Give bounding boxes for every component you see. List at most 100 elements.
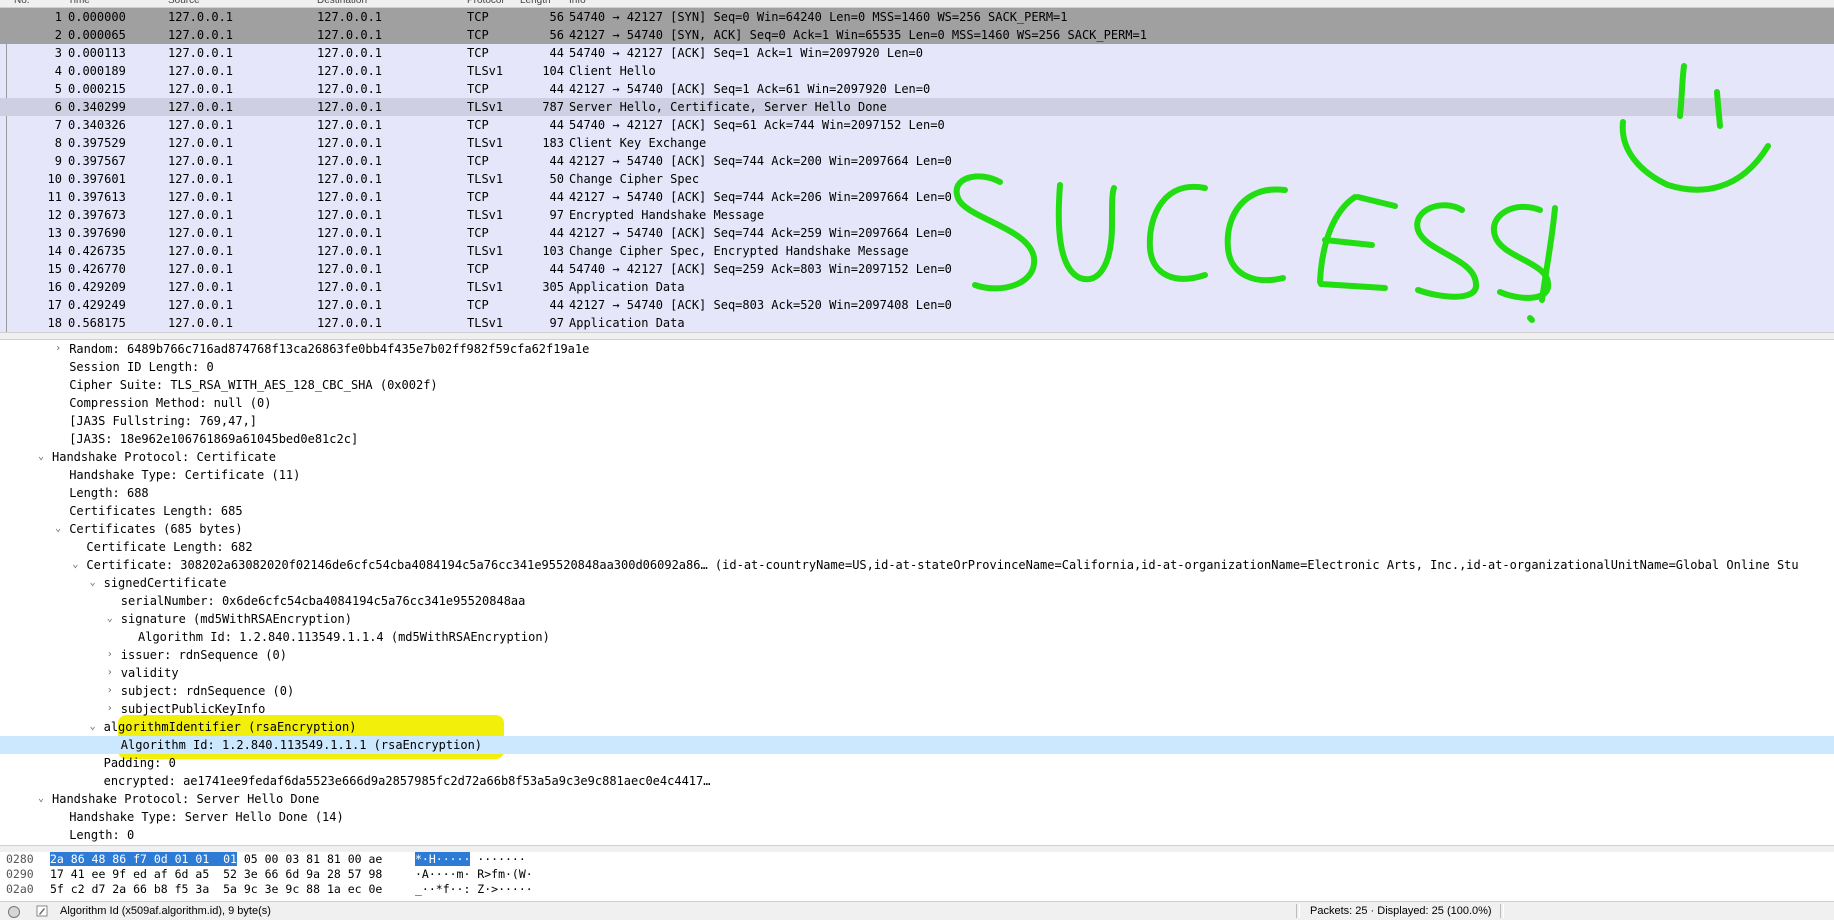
detail-tree-item[interactable]: ⌄ signature (md5WithRSAEncryption) (0, 610, 1834, 628)
packet-row[interactable]: 15 0.426770 127.0.0.1 127.0.0.1 TCP 44 54740 →… (0, 260, 1834, 278)
detail-tree-item[interactable]: Session ID Length: 0 (0, 358, 1834, 376)
collapsed-chevron-icon[interactable]: › (105, 682, 115, 700)
packet-bytes-pane[interactable]: 0280 2a 86 48 86 f7 0d 01 01 01 05 00 03 … (0, 852, 1834, 901)
detail-tree-item[interactable]: encrypted: ae1741ee9fedaf6da5523e666d9a2… (0, 772, 1834, 790)
packet-info: Client Key Exchange (569, 136, 707, 150)
detail-tree-item[interactable]: ⌄ signedCertificate (0, 574, 1834, 592)
expanded-chevron-icon[interactable]: ⌄ (36, 448, 46, 466)
detail-tree-item[interactable]: ⌄ Certificate: 308202a63082020f02146de6cf… (0, 556, 1834, 574)
packet-list-header[interactable]: No. Time Source Destination Protocol Length In… (0, 0, 1834, 8)
packet-dst: 127.0.0.1 (317, 28, 383, 42)
expanded-chevron-icon[interactable]: ⌄ (88, 574, 98, 592)
packet-row[interactable]: 7 0.340326 127.0.0.1 127.0.0.1 TCP 44 54740 → … (0, 116, 1834, 134)
packet-time: 0.397673 (68, 208, 126, 222)
packet-row[interactable]: 6 0.340299 127.0.0.1 127.0.0.1 TLSv1 787 Serve… (0, 98, 1834, 116)
byte-ascii-rest: ·A····m· R>fm·(W· (415, 867, 533, 881)
byte-row[interactable]: 0290 17 41 ee 9f ed af 6d a5 52 3e 66 6d … (0, 867, 1834, 882)
packet-dst: 127.0.0.1 (317, 190, 383, 204)
detail-tree-item[interactable]: Compression Method: null (0) (0, 394, 1834, 412)
column-header-5[interactable]: Length (520, 0, 551, 6)
detail-tree-item[interactable]: ⌄ Handshake Protocol: Certificate (0, 448, 1834, 466)
packet-row[interactable]: 11 0.397613 127.0.0.1 127.0.0.1 TCP 44 42127 →… (0, 188, 1834, 206)
pane-splitter-top[interactable] (0, 332, 1834, 340)
packet-proto: TCP (467, 226, 489, 240)
packet-row[interactable]: 12 0.397673 127.0.0.1 127.0.0.1 TLSv1 97 Encry… (0, 206, 1834, 224)
detail-tree-item[interactable]: › Random: 6489b766c716ad874768f13ca26863f… (0, 340, 1834, 358)
expert-info-icon[interactable] (8, 906, 20, 918)
packet-info: 42127 → 54740 [ACK] Seq=744 Ack=200 Win=… (569, 154, 952, 168)
packet-list[interactable]: No. Time Source Destination Protocol Length In… (0, 0, 1834, 332)
packet-row[interactable]: 17 0.429249 127.0.0.1 127.0.0.1 TCP 44 42127 →… (0, 296, 1834, 314)
packet-row[interactable]: 4 0.000189 127.0.0.1 127.0.0.1 TLSv1 104 Clien… (0, 62, 1834, 80)
packet-row[interactable]: 9 0.397567 127.0.0.1 127.0.0.1 TCP 44 42127 → … (0, 152, 1834, 170)
detail-tree-item[interactable]: Certificate Length: 682 (0, 538, 1834, 556)
packet-info: 54740 → 42127 [ACK] Seq=1 Ack=1 Win=2097… (569, 46, 924, 60)
detail-tree-item[interactable]: [JA3S Fullstring: 769,47,] (0, 412, 1834, 430)
detail-tree-item[interactable]: › validity (0, 664, 1834, 682)
column-header-1[interactable]: Time (68, 0, 90, 6)
detail-tree-item[interactable]: Padding: 0 (0, 754, 1834, 772)
byte-row[interactable]: 0280 2a 86 48 86 f7 0d 01 01 01 05 00 03 … (0, 852, 1834, 867)
expanded-chevron-icon[interactable]: ⌄ (105, 610, 115, 628)
collapsed-chevron-icon[interactable]: › (105, 646, 115, 664)
byte-row[interactable]: 02a0 5f c2 d7 2a 66 b8 f5 3a 5a 9c 3e 9c … (0, 882, 1834, 897)
detail-text: subject: rdnSequence (0) (120, 684, 295, 698)
column-header-6[interactable]: Info (569, 0, 586, 6)
packet-row[interactable]: 5 0.000215 127.0.0.1 127.0.0.1 TCP 44 42127 → … (0, 80, 1834, 98)
packet-no: 6 (54, 100, 62, 114)
packet-row[interactable]: 10 0.397601 127.0.0.1 127.0.0.1 TLSv1 50 Chang… (0, 170, 1834, 188)
packet-time: 0.340299 (68, 100, 126, 114)
detail-tree-item[interactable]: Length: 688 (0, 484, 1834, 502)
packet-row[interactable]: 1 0.000000 127.0.0.1 127.0.0.1 TCP 56 54740 → … (0, 8, 1834, 26)
packet-row[interactable]: 16 0.429209 127.0.0.1 127.0.0.1 TLSv1 305 Appl… (0, 278, 1834, 296)
column-header-0[interactable]: No. (14, 0, 30, 6)
collapsed-chevron-icon[interactable]: › (105, 700, 115, 718)
edit-comment-icon[interactable] (36, 905, 48, 917)
packet-len: 44 (549, 46, 564, 60)
expanded-chevron-icon[interactable]: ⌄ (70, 556, 80, 574)
packet-dst: 127.0.0.1 (317, 298, 383, 312)
detail-tree-item[interactable]: Handshake Type: Server Hello Done (14) (0, 808, 1834, 826)
expanded-chevron-icon[interactable]: ⌄ (88, 718, 98, 736)
column-header-2[interactable]: Source (168, 0, 200, 6)
expanded-chevron-icon[interactable]: ⌄ (36, 790, 46, 808)
packet-time: 0.000113 (68, 46, 126, 60)
detail-tree-item[interactable]: Algorithm Id: 1.2.840.113549.1.1.4 (md5W… (0, 628, 1834, 646)
detail-text: Algorithm Id: 1.2.840.113549.1.1.4 (md5W… (138, 630, 550, 644)
detail-text: signature (md5WithRSAEncryption) (120, 612, 352, 626)
detail-tree-item[interactable]: › subjectPublicKeyInfo (0, 700, 1834, 718)
packet-row[interactable]: 8 0.397529 127.0.0.1 127.0.0.1 TLSv1 183 Clien… (0, 134, 1834, 152)
packet-row[interactable]: 14 0.426735 127.0.0.1 127.0.0.1 TLSv1 103 Chan… (0, 242, 1834, 260)
detail-tree-item[interactable]: Certificates Length: 685 (0, 502, 1834, 520)
packet-no: 1 (54, 10, 62, 24)
detail-text: algorithmIdentifier (rsaEncryption) (103, 720, 357, 734)
packet-details-tree[interactable]: › Random: 6489b766c716ad874768f13ca26863f… (0, 340, 1834, 845)
column-header-3[interactable]: Destination (317, 0, 367, 6)
detail-text: issuer: rdnSequence (0) (120, 648, 287, 662)
detail-tree-item[interactable]: › subject: rdnSequence (0) (0, 682, 1834, 700)
packet-no: 10 (47, 172, 62, 186)
packet-proto: TCP (467, 190, 489, 204)
packet-len: 305 (542, 280, 564, 294)
detail-tree-item[interactable]: ⌄ Handshake Protocol: Server Hello Done (0, 790, 1834, 808)
collapsed-chevron-icon[interactable]: › (53, 340, 63, 358)
detail-tree-item[interactable]: serialNumber: 0x6de6cfc54cba4084194c5a76… (0, 592, 1834, 610)
column-header-4[interactable]: Protocol (467, 0, 504, 6)
packet-src: 127.0.0.1 (168, 136, 234, 150)
packet-row[interactable]: 3 0.000113 127.0.0.1 127.0.0.1 TCP 44 54740 → … (0, 44, 1834, 62)
detail-tree-item[interactable]: ⌄ algorithmIdentifier (rsaEncryption) (0, 718, 1834, 736)
expanded-chevron-icon[interactable]: ⌄ (53, 520, 63, 538)
packet-src: 127.0.0.1 (168, 298, 234, 312)
collapsed-chevron-icon[interactable]: › (105, 664, 115, 682)
detail-tree-item[interactable]: Length: 0 (0, 826, 1834, 844)
detail-tree-item[interactable]: Cipher Suite: TLS_RSA_WITH_AES_128_CBC_S… (0, 376, 1834, 394)
packet-row[interactable]: 18 0.568175 127.0.0.1 127.0.0.1 TLSv1 97 Appli… (0, 314, 1834, 332)
packet-row[interactable]: 13 0.397690 127.0.0.1 127.0.0.1 TCP 44 42127 →… (0, 224, 1834, 242)
packet-rows: 1 0.000000 127.0.0.1 127.0.0.1 TCP 56 54740 → … (0, 8, 1834, 332)
packet-row[interactable]: 2 0.000065 127.0.0.1 127.0.0.1 TCP 56 42127 → … (0, 26, 1834, 44)
detail-tree-item[interactable]: Algorithm Id: 1.2.840.113549.1.1.1 (rsaE… (0, 736, 1834, 754)
detail-tree-item[interactable]: [JA3S: 18e962e106761869a61045bed0e81c2c] (0, 430, 1834, 448)
detail-tree-item[interactable]: ⌄ Certificates (685 bytes) (0, 520, 1834, 538)
detail-tree-item[interactable]: Handshake Type: Certificate (11) (0, 466, 1834, 484)
detail-tree-item[interactable]: › issuer: rdnSequence (0) (0, 646, 1834, 664)
